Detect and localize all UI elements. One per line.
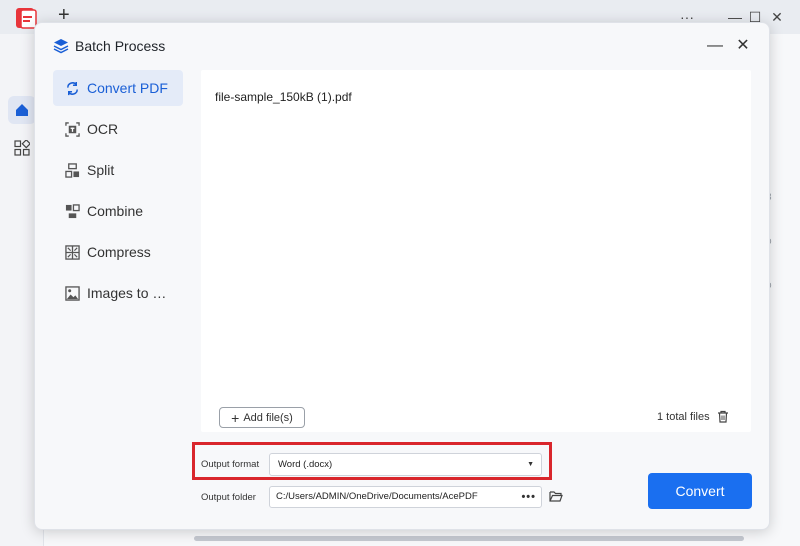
tool-combine[interactable]: Combine [53, 193, 183, 229]
trash-icon[interactable] [717, 410, 729, 423]
tool-convert-pdf[interactable]: Convert PDF [53, 70, 183, 106]
ocr-icon [65, 121, 80, 137]
tool-images-to[interactable]: Images to … [53, 275, 183, 311]
tool-label: Convert PDF [87, 80, 168, 96]
close-dialog-icon[interactable]: ✕ [733, 36, 753, 56]
tool-label: Combine [87, 203, 144, 219]
highlight-box [192, 442, 552, 480]
folder-open-icon[interactable] [549, 490, 563, 502]
home-icon[interactable] [8, 96, 36, 124]
output-folder-value: C:/Users/ADMIN/OneDrive/Documents/AcePDF [276, 491, 478, 502]
tool-compress[interactable]: Compress [53, 234, 183, 270]
total-files-count: 1 total files [657, 411, 710, 423]
add-files-button[interactable]: + Add file(s) [219, 407, 305, 428]
output-folder-label: Output folder [201, 492, 256, 503]
images-icon [65, 285, 80, 301]
background-scrollbar[interactable] [194, 536, 744, 541]
add-files-label: Add file(s) [243, 411, 293, 424]
apps-grid-icon[interactable] [14, 140, 30, 156]
convert-button[interactable]: Convert [648, 473, 752, 509]
close-window-icon[interactable]: ✕ [768, 9, 786, 25]
combine-icon [65, 203, 80, 218]
tool-ocr[interactable]: OCR [53, 111, 183, 147]
convert-icon [67, 81, 78, 95]
tool-split[interactable]: Split [53, 152, 183, 188]
tool-label: Images to … [87, 285, 167, 301]
split-icon [65, 162, 80, 178]
file-list-item[interactable]: file-sample_150kB (1).pdf [215, 90, 352, 104]
output-folder-field[interactable]: C:/Users/ADMIN/OneDrive/Documents/AcePDF… [269, 486, 542, 508]
browse-more-icon[interactable]: ••• [521, 487, 536, 507]
batch-process-dialog: Batch Process — ✕ Convert PDF OCR Split [34, 22, 770, 530]
minimize-dialog-icon[interactable]: — [705, 37, 725, 57]
file-list-panel: file-sample_150kB (1).pdf + Add file(s) … [201, 70, 751, 432]
plus-icon: + [231, 409, 240, 426]
tool-label: Split [87, 162, 115, 178]
tool-label: Compress [87, 244, 151, 260]
tool-label: OCR [87, 121, 119, 137]
layers-icon [53, 39, 69, 54]
compress-icon [65, 244, 80, 260]
dialog-title: Batch Process [75, 38, 166, 54]
